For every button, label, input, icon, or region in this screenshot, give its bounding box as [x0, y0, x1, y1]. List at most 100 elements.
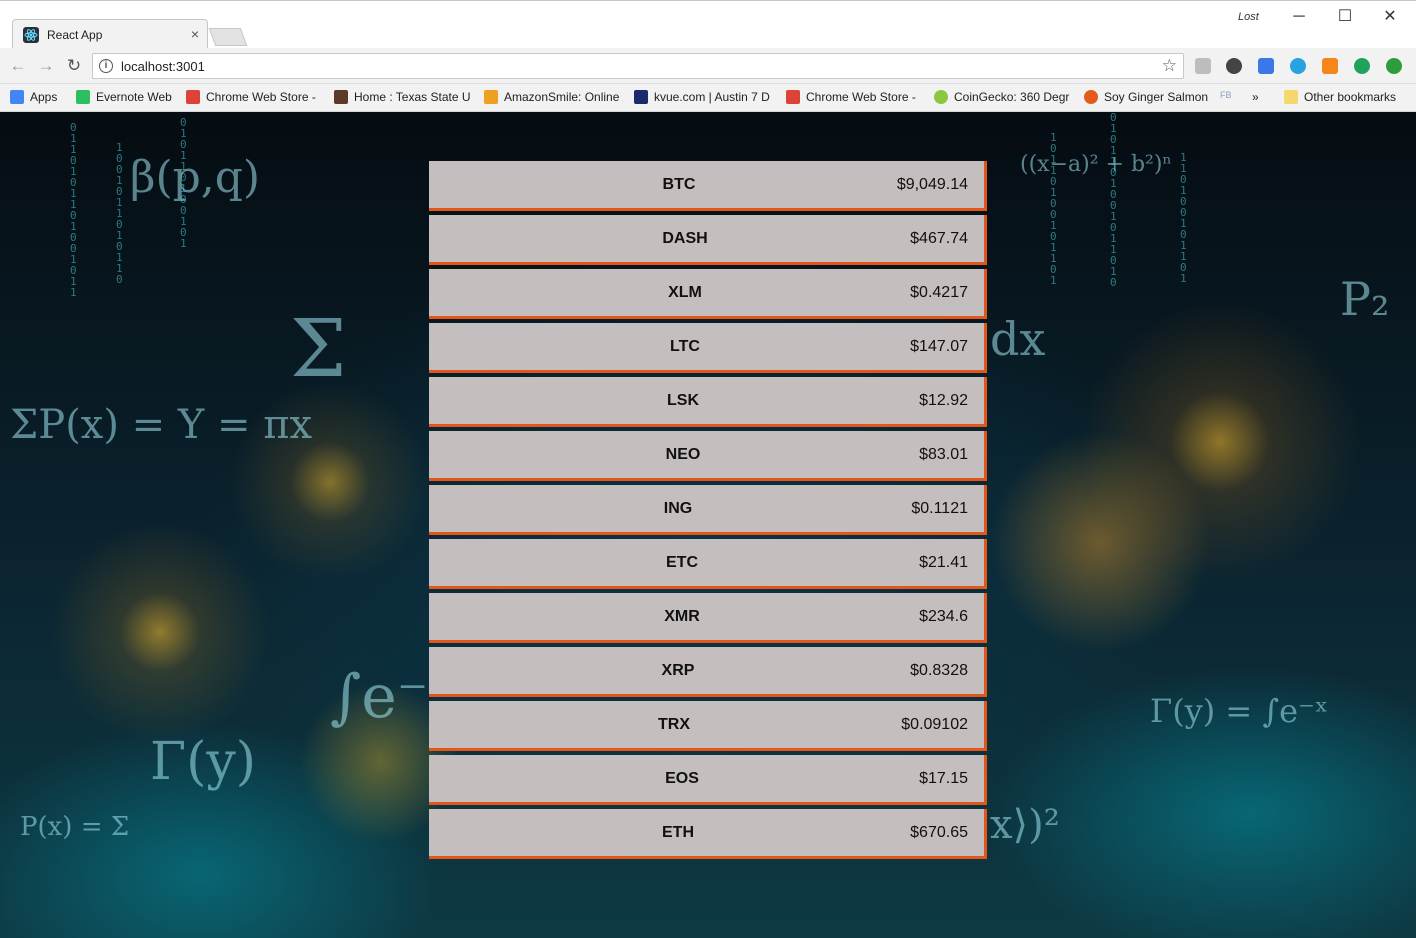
coin-row[interactable]: LSK $12.92 [429, 377, 987, 427]
info-icon[interactable]: i [99, 59, 113, 73]
extension-icon[interactable] [1195, 58, 1211, 74]
decor-formula: ((x−a)² + b²)ⁿ [1020, 152, 1172, 177]
decor-formula: P₂ [1340, 272, 1390, 326]
coin-price: $234.6 [919, 608, 968, 625]
coin-row[interactable]: ETC $21.41 [429, 539, 987, 589]
evernote-icon [76, 90, 90, 104]
coin-symbol: XLM [668, 284, 702, 301]
react-icon [23, 27, 39, 43]
coin-symbol: BTC [662, 176, 696, 193]
bookmark-star-icon[interactable]: ☆ [1162, 56, 1177, 76]
coin-row[interactable]: XMR $234.6 [429, 593, 987, 643]
decor-code-rain: 010110100101 [180, 116, 187, 250]
sync-extension-icon[interactable] [1354, 58, 1370, 74]
address-bar[interactable]: i localhost:3001 ☆ [92, 53, 1184, 79]
decor-code-rain: 110100101101 [1180, 151, 1187, 285]
minimize-button[interactable]: ─ [1284, 7, 1314, 27]
decor-formula: Γ(y) [150, 732, 257, 792]
browser-toolbar: ← → ↻ i localhost:3001 ☆ [0, 48, 1416, 84]
coin-row[interactable]: ETH $670.65 [429, 809, 987, 859]
bookmark-apps[interactable]: Apps [10, 90, 72, 106]
coin-price: $467.74 [910, 230, 968, 247]
coingecko-icon [934, 90, 948, 104]
decor-code-rain: 1001011010110 [116, 141, 123, 286]
coin-row[interactable]: XLM $0.4217 [429, 269, 987, 319]
coin-price-list: BTC $9,049.14 DASH $467.74 XLM $0.4217 LTC $… [429, 161, 987, 863]
profile-label[interactable]: Lost [1238, 11, 1259, 23]
cast-icon[interactable] [1258, 58, 1274, 74]
new-tab-button[interactable] [208, 28, 248, 46]
recipe-icon [1084, 90, 1098, 104]
metamask-extension-icon[interactable] [1322, 58, 1338, 74]
reload-icon[interactable]: ↻ [64, 56, 84, 76]
decor-formula: P(x) = Σ [20, 812, 130, 842]
coin-symbol: NEO [665, 446, 701, 463]
bookmark-evernote[interactable]: Evernote Web [76, 90, 176, 106]
coin-symbol: DASH [662, 230, 708, 247]
other-bookmarks-folder[interactable]: Other bookmarks [1284, 90, 1404, 106]
coin-row[interactable]: ING $0.1121 [429, 485, 987, 535]
bookmark-kvue[interactable]: kvue.com | Austin 7 D [634, 90, 774, 106]
coin-price: $0.4217 [910, 284, 968, 301]
coin-symbol: ING [663, 500, 693, 517]
bookmark-soy-ginger-salmon[interactable]: Soy Ginger Salmon [1084, 90, 1212, 106]
star-icon [334, 90, 348, 104]
close-tab-icon[interactable]: × [191, 26, 199, 42]
folder-icon [1284, 90, 1298, 104]
bookmarks-overflow-chevron-icon[interactable]: » [1252, 90, 1264, 106]
coin-price: $147.07 [910, 338, 968, 355]
close-window-button[interactable]: ✕ [1375, 7, 1405, 27]
decor-formula: dx [990, 312, 1046, 366]
coin-symbol: XMR [664, 608, 700, 625]
decor-formula: ∫e⁻ [330, 662, 429, 732]
bookmark-chrome-web-store-2[interactable]: Chrome Web Store - [786, 90, 920, 106]
coin-symbol: TRX [658, 716, 690, 733]
coin-price: $0.8328 [910, 662, 968, 679]
bookmark-chrome-web-store[interactable]: Chrome Web Store - [186, 90, 320, 106]
coin-price: $83.01 [919, 446, 968, 463]
coin-row[interactable]: EOS $17.15 [429, 755, 987, 805]
coin-row[interactable]: XRP $0.8328 [429, 647, 987, 697]
coin-price: $9,049.14 [896, 176, 968, 193]
coin-row[interactable]: TRX $0.09102 [429, 701, 987, 751]
chrome-store-icon [186, 90, 200, 104]
coin-symbol: XRP [661, 662, 695, 679]
coin-price: $12.92 [919, 392, 968, 409]
bookmark-coingecko[interactable]: CoinGecko: 360 Degr [934, 90, 1072, 106]
decor-formula: x⟩)² [990, 802, 1060, 848]
decor-formula: Σ [290, 302, 347, 395]
coin-symbol: ETH [662, 824, 694, 841]
coin-row[interactable]: LTC $147.07 [429, 323, 987, 373]
decor-code-rain: 10110100101101 [1050, 131, 1057, 287]
bookmark-fb[interactable]: FB [1220, 90, 1240, 106]
maximize-button[interactable]: ☐ [1330, 7, 1360, 27]
coin-price: $17.15 [919, 770, 968, 787]
forward-arrow-icon[interactable]: → [36, 56, 56, 76]
browser-tab[interactable]: React App × [12, 19, 208, 49]
coin-row[interactable]: DASH $467.74 [429, 215, 987, 265]
evernote-extension-icon[interactable] [1226, 58, 1242, 74]
decor-code-rain: 0110101101001011 [70, 121, 77, 299]
upload-extension-icon[interactable] [1386, 58, 1402, 74]
page-background: β(p,q) ΣP(x) = Y = πx Σ Γ(y) P(x) = Σ ∫e… [0, 112, 1416, 938]
amazon-icon [484, 90, 498, 104]
back-arrow-icon[interactable]: ← [8, 56, 28, 76]
coin-price: $0.09102 [901, 716, 968, 733]
coin-symbol: LSK [667, 392, 699, 409]
coin-symbol: ETC [666, 554, 698, 571]
grammarly-extension-icon[interactable] [1290, 58, 1306, 74]
decor-formula: Γ(y) = ∫e⁻ˣ [1150, 692, 1329, 730]
coin-row[interactable]: BTC $9,049.14 [429, 161, 987, 211]
decor-code-rain: 0101101001011010 [1110, 112, 1117, 289]
bookmark-texas-state[interactable]: Home : Texas State U [334, 90, 472, 106]
url-text[interactable]: localhost:3001 [121, 59, 205, 74]
coin-price: $670.65 [910, 824, 968, 841]
chrome-store-icon [786, 90, 800, 104]
bookmark-amazonsmile[interactable]: AmazonSmile: Online [484, 90, 622, 106]
window-titlebar: React App × Lost ─ ☐ ✕ [0, 0, 1416, 49]
bookmarks-bar: Apps Evernote Web Chrome Web Store - Hom… [0, 84, 1416, 112]
coin-price: $0.1121 [911, 500, 968, 517]
coin-price: $21.41 [919, 554, 968, 571]
coin-row[interactable]: NEO $83.01 [429, 431, 987, 481]
coin-symbol: EOS [665, 770, 699, 787]
